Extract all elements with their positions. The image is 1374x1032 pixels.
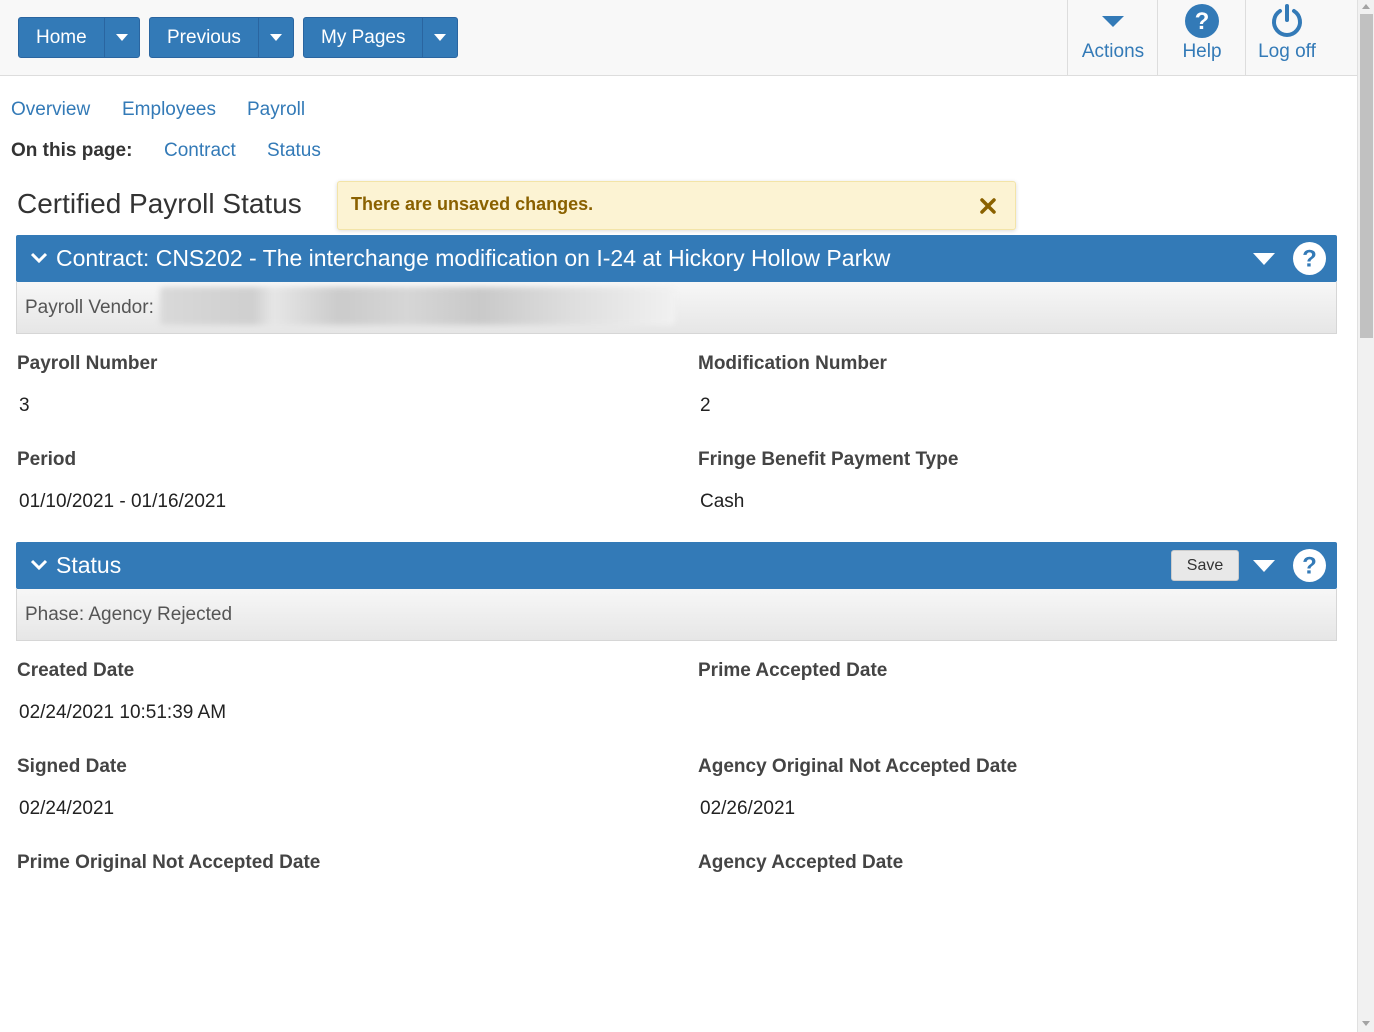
previous-dropdown-button[interactable]	[259, 18, 293, 57]
signed-date-label: Signed Date	[17, 756, 127, 777]
save-button[interactable]: Save	[1171, 550, 1239, 581]
prime-accepted-date-label: Prime Accepted Date	[698, 660, 888, 681]
chevron-down-icon	[30, 251, 48, 270]
unsaved-changes-alert: There are unsaved changes.	[337, 181, 1016, 230]
agency-accepted-date-label: Agency Accepted Date	[698, 852, 904, 873]
agency-original-not-accepted-value: 02/26/2021	[700, 798, 796, 819]
agency-original-not-accepted-label: Agency Original Not Accepted Date	[698, 756, 1018, 777]
logoff-label: Log off	[1258, 41, 1316, 62]
modification-number-value: 2	[700, 395, 711, 416]
scrollbar-thumb[interactable]	[1360, 14, 1373, 338]
employees-link[interactable]: Employees	[122, 99, 216, 121]
my-pages-button[interactable]: My Pages	[304, 18, 424, 57]
status-anchor-link[interactable]: Status	[267, 140, 321, 162]
redacted-vendor-value	[160, 287, 675, 325]
status-section-title: Status	[56, 552, 122, 578]
previous-button-group: Previous	[149, 17, 294, 58]
modification-number-label: Modification Number	[698, 353, 887, 374]
svg-text:?: ?	[1195, 8, 1210, 35]
signed-date-value: 02/24/2021	[19, 798, 115, 819]
help-icon[interactable]: ?	[1292, 241, 1327, 281]
svg-text:?: ?	[1302, 553, 1317, 580]
home-dropdown-button[interactable]	[105, 18, 139, 57]
created-date-value: 02/24/2021 10:51:39 AM	[19, 702, 227, 723]
actions-caret-icon	[1101, 0, 1125, 42]
prime-original-not-accepted-label: Prime Original Not Accepted Date	[17, 852, 321, 873]
section-menu-caret-icon[interactable]	[1252, 559, 1276, 578]
help-icon[interactable]: ?	[1292, 548, 1327, 588]
payroll-link[interactable]: Payroll	[247, 99, 305, 121]
svg-text:?: ?	[1302, 246, 1317, 273]
close-icon[interactable]	[979, 197, 997, 215]
contract-section-header[interactable]: Contract: CNS202 - The interchange modif…	[16, 235, 1337, 282]
period-label: Period	[17, 449, 77, 470]
logoff-button[interactable]: Log off	[1245, 0, 1328, 75]
phase-text: Phase: Agency Rejected	[25, 604, 233, 625]
created-date-label: Created Date	[17, 660, 135, 681]
alert-message: There are unsaved changes.	[351, 194, 594, 214]
help-icon: ?	[1184, 0, 1220, 42]
contract-anchor-link[interactable]: Contract	[164, 140, 236, 162]
top-toolbar: Home Previous My Pages Actions ? Help Lo…	[0, 0, 1357, 76]
on-this-page-label: On this page:	[11, 140, 133, 161]
section-menu-caret-icon[interactable]	[1252, 252, 1276, 271]
chevron-down-icon	[30, 558, 48, 577]
overview-link[interactable]: Overview	[11, 99, 90, 121]
status-section-header[interactable]: Status Save ?	[16, 542, 1337, 589]
help-label: Help	[1182, 41, 1222, 62]
status-subheader: Phase: Agency Rejected	[16, 589, 1337, 641]
help-button[interactable]: ? Help	[1157, 0, 1246, 75]
caret-down-icon	[269, 34, 282, 41]
fringe-benefit-value: Cash	[700, 491, 745, 512]
page-title: Certified Payroll Status	[17, 188, 302, 219]
caret-down-icon	[115, 34, 128, 41]
payroll-number-value: 3	[19, 395, 30, 416]
my-pages-button-group: My Pages	[303, 17, 459, 58]
actions-label: Actions	[1081, 41, 1145, 62]
caret-down-icon	[434, 34, 447, 41]
contract-section-title: Contract: CNS202 - The interchange modif…	[56, 245, 891, 271]
previous-button[interactable]: Previous	[150, 18, 259, 57]
power-icon	[1269, 0, 1305, 42]
home-button[interactable]: Home	[19, 18, 105, 57]
contract-subheader: Payroll Vendor:	[16, 282, 1337, 334]
payroll-vendor-label: Payroll Vendor:	[25, 297, 154, 318]
home-button-group: Home	[18, 17, 140, 58]
actions-menu-button[interactable]: Actions	[1067, 0, 1158, 75]
vertical-scrollbar[interactable]	[1357, 0, 1374, 1032]
scroll-up-arrow-icon[interactable]	[1362, 4, 1370, 9]
payroll-number-label: Payroll Number	[17, 353, 158, 374]
period-value: 01/10/2021 - 01/16/2021	[19, 491, 227, 512]
scroll-down-arrow-icon[interactable]	[1362, 1021, 1370, 1026]
my-pages-dropdown-button[interactable]	[423, 18, 457, 57]
fringe-benefit-label: Fringe Benefit Payment Type	[698, 449, 959, 470]
